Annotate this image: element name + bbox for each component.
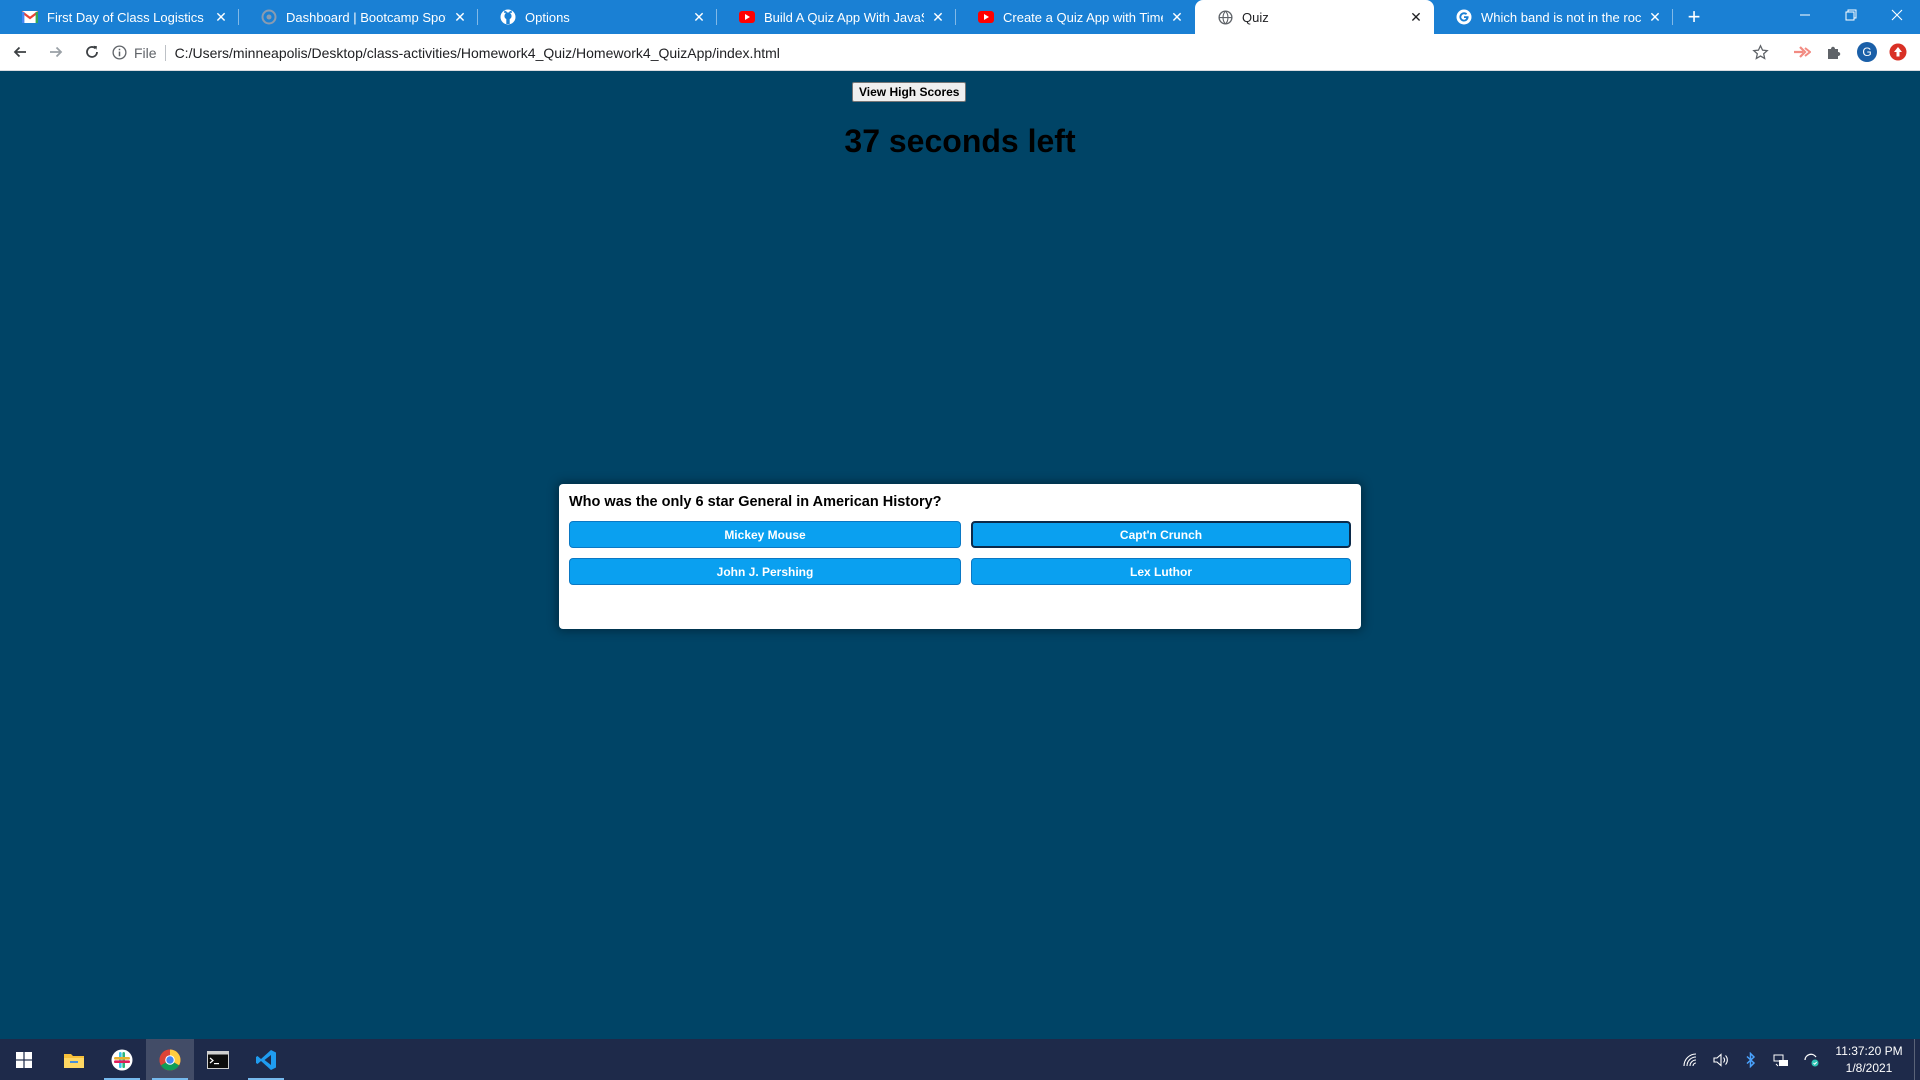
reload-icon	[86, 45, 98, 58]
wifi-icon[interactable]	[1676, 1039, 1706, 1080]
tab-title: First Day of Class Logistics - tony	[47, 9, 207, 25]
tab-first-day-of-class[interactable]: First Day of Class Logistics - tony ✕	[0, 0, 239, 34]
tab-title: Quiz	[1242, 9, 1269, 25]
info-icon[interactable]	[110, 44, 128, 62]
close-icon[interactable]: ✕	[213, 9, 229, 25]
tab-title: Dashboard | Bootcamp Spot	[286, 9, 446, 25]
address-separator	[164, 44, 166, 61]
answer-button[interactable]: John J. Pershing	[569, 558, 961, 585]
file-explorer-icon[interactable]	[50, 1039, 98, 1080]
terminal-icon[interactable]	[194, 1039, 242, 1080]
tab-title: Options	[525, 9, 570, 25]
clock-time: 11:37:20 PM	[1835, 1043, 1903, 1058]
answer-button[interactable]: Lex Luthor	[971, 558, 1351, 585]
chrome-icon[interactable]	[146, 1039, 194, 1080]
url-text[interactable]: C:/Users/minneapolis/Desktop/class-activ…	[175, 45, 780, 61]
answer-button[interactable]: Capt'n Crunch	[971, 521, 1351, 548]
tab-title: Create a Quiz App with Timer usi	[1003, 9, 1163, 25]
github-icon	[500, 9, 516, 25]
tab-which-band[interactable]: Which band is not in the rock n r ✕	[1434, 0, 1673, 34]
close-icon[interactable]: ✕	[452, 9, 468, 25]
address-bar[interactable]: File C:/Users/minneapolis/Desktop/class-…	[110, 37, 1770, 68]
globe-icon	[1217, 9, 1233, 25]
reload-button[interactable]	[76, 36, 108, 68]
arrow-right-icon	[50, 46, 63, 58]
close-icon[interactable]: ✕	[1408, 9, 1424, 25]
new-tab-button[interactable]: +	[1677, 0, 1711, 34]
close-icon[interactable]: ✕	[691, 9, 707, 25]
back-button[interactable]	[4, 36, 36, 68]
question-card: Who was the only 6 star General in Ameri…	[559, 484, 1361, 629]
question-text: Who was the only 6 star General in Ameri…	[569, 494, 942, 510]
slack-icon[interactable]	[98, 1039, 146, 1080]
answer-grid: Mickey Mouse Capt'n Crunch John J. Persh…	[569, 521, 1351, 585]
bootcamp-spot-icon	[261, 9, 277, 25]
answer-button[interactable]: Mickey Mouse	[569, 521, 961, 548]
tab-quiz[interactable]: Quiz ✕	[1195, 0, 1434, 34]
system-tray: 11:37:20 PM 1/8/2021	[1676, 1039, 1920, 1080]
youtube-icon	[739, 9, 755, 25]
tab-create-quiz-app-timer[interactable]: Create a Quiz App with Timer usi ✕	[956, 0, 1195, 34]
close-icon[interactable]: ✕	[1647, 9, 1663, 25]
view-high-scores-button[interactable]: View High Scores	[852, 82, 967, 102]
scheme-label: File	[134, 44, 157, 61]
tab-title: Which band is not in the rock n r	[1481, 9, 1641, 25]
windows-start-icon[interactable]	[0, 1039, 48, 1080]
taskbar-clock[interactable]: 11:37:20 PM 1/8/2021	[1830, 1043, 1908, 1077]
arrow-left-icon	[13, 46, 26, 58]
update-icon[interactable]	[1888, 42, 1908, 62]
youtube-icon	[978, 9, 994, 25]
window-controls	[1782, 0, 1920, 30]
tab-title: Build A Quiz App With JavaScript	[764, 9, 924, 25]
extension-arrow-icon[interactable]	[1792, 42, 1812, 62]
forward-button[interactable]	[40, 36, 72, 68]
close-icon[interactable]: ✕	[930, 9, 946, 25]
timer-text: 37 seconds left	[844, 123, 1076, 159]
quiz-page: View High Scores 37 seconds left Who was…	[0, 71, 1920, 1039]
tab-dashboard-bootcamp-spot[interactable]: Dashboard | Bootcamp Spot ✕	[239, 0, 478, 34]
windows-taskbar: 11:37:20 PM 1/8/2021	[0, 1039, 1920, 1080]
close-window-icon[interactable]	[1874, 0, 1920, 30]
vscode-icon[interactable]	[242, 1039, 290, 1080]
google-icon	[1456, 9, 1472, 25]
speaker-icon[interactable]	[1706, 1039, 1736, 1080]
show-desktop-button[interactable]	[1914, 1039, 1920, 1080]
restore-icon[interactable]	[1828, 0, 1874, 30]
gmail-icon	[22, 9, 38, 25]
clock-date: 1/8/2021	[1845, 1060, 1893, 1075]
tab-build-quiz-app[interactable]: Build A Quiz App With JavaScript ✕	[717, 0, 956, 34]
close-icon[interactable]: ✕	[1169, 9, 1185, 25]
tab-options[interactable]: Options ✕	[478, 0, 717, 34]
minimize-icon[interactable]	[1782, 0, 1828, 30]
browser-tab-strip: First Day of Class Logistics - tony ✕ Da…	[0, 0, 1920, 34]
network-icon[interactable]	[1766, 1039, 1796, 1080]
avatar[interactable]: G	[1857, 42, 1877, 62]
browser-toolbar: File C:/Users/minneapolis/Desktop/class-…	[0, 34, 1920, 71]
sync-icon[interactable]	[1796, 1039, 1826, 1080]
bookmark-star-icon[interactable]	[1750, 42, 1770, 62]
puzzle-icon[interactable]	[1824, 42, 1844, 62]
bluetooth-icon[interactable]	[1736, 1039, 1766, 1080]
avatar-initial: G	[1862, 45, 1872, 59]
